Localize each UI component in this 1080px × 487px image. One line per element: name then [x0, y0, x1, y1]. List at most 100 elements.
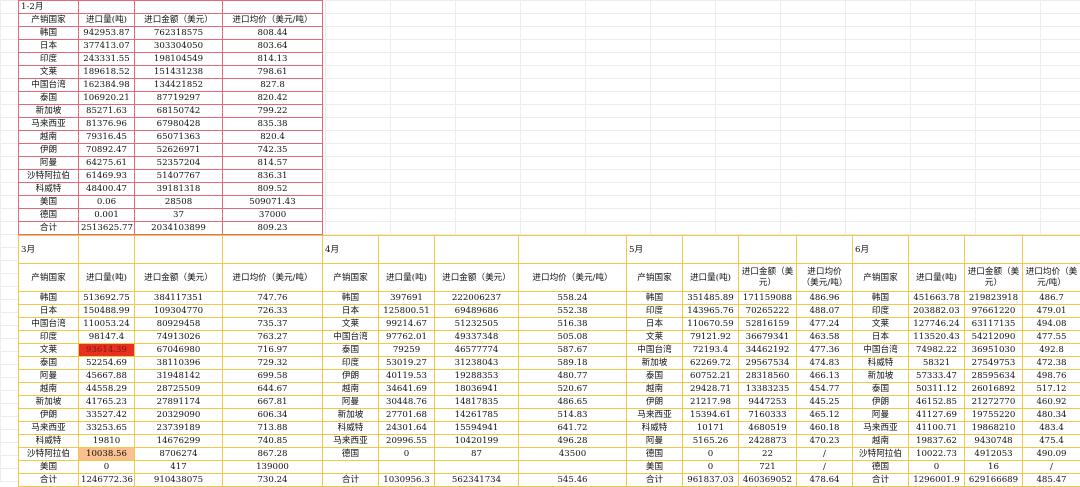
table-cell[interactable]: 110053.24	[79, 318, 135, 331]
table-cell[interactable]: 33253.65	[79, 422, 135, 435]
table-cell[interactable]: 198104549	[135, 53, 223, 66]
table-cell[interactable]: 日本	[853, 331, 909, 344]
table-cell[interactable]: 479.01	[1023, 305, 1080, 318]
table-cell[interactable]: 726.33	[223, 305, 323, 318]
table-cell[interactable]: 马来西亚	[19, 422, 79, 435]
table-cell[interactable]: 中国台湾	[853, 344, 909, 357]
empty-cell[interactable]	[435, 236, 519, 264]
table-cell[interactable]: 德国	[323, 448, 379, 461]
header-cell[interactable]: 进口均价（美元/吨）	[1023, 264, 1080, 292]
table-cell[interactable]: 162384.98	[79, 79, 135, 92]
table-cell[interactable]: 文莱	[853, 318, 909, 331]
table-cell[interactable]: 10420199	[435, 435, 519, 448]
table-cell[interactable]: 516.38	[519, 318, 627, 331]
table-cell[interactable]: 14676299	[135, 435, 223, 448]
table-cell[interactable]: 641.72	[519, 422, 627, 435]
table-cell[interactable]: 80929458	[135, 318, 223, 331]
table-cell[interactable]: 18036941	[435, 383, 519, 396]
table-cell[interactable]: 520.67	[519, 383, 627, 396]
empty-cell[interactable]	[223, 1, 323, 14]
table-cell[interactable]: 28508	[135, 196, 223, 209]
empty-cell[interactable]	[1023, 236, 1080, 264]
empty-cell[interactable]	[683, 236, 739, 264]
table-cell[interactable]: 21217.98	[683, 396, 739, 409]
table-cell[interactable]: 46577774	[435, 344, 519, 357]
table-cell[interactable]	[379, 461, 435, 474]
table-cell[interactable]: 中国台湾	[323, 331, 379, 344]
table-cell[interactable]: 合计	[19, 474, 79, 487]
table-cell[interactable]: 475.4	[1023, 435, 1080, 448]
table-cell[interactable]: 58321	[909, 357, 965, 370]
table-cell[interactable]: 韩国	[853, 292, 909, 305]
table-cell[interactable]: 越南	[853, 435, 909, 448]
table-cell[interactable]: 50311.12	[909, 383, 965, 396]
table-cell[interactable]: 8706274	[135, 448, 223, 461]
table-cell[interactable]	[435, 461, 519, 474]
header-cell[interactable]: 进口均价（美元/吨）	[797, 264, 853, 292]
table-cell[interactable]: 28725509	[135, 383, 223, 396]
header-cell[interactable]: 产销国家	[853, 264, 909, 292]
table-cell[interactable]: 451663.78	[909, 292, 965, 305]
table-cell[interactable]: 泰国	[19, 357, 79, 370]
table-cell[interactable]: 1296001.9	[909, 474, 965, 487]
table-cell[interactable]: 417	[135, 461, 223, 474]
table-cell[interactable]: 488.07	[797, 305, 853, 318]
table-cell[interactable]: 60752.21	[683, 370, 739, 383]
table-cell[interactable]: 泰国	[627, 370, 683, 383]
table-cell[interactable]: 23739189	[135, 422, 223, 435]
table-cell[interactable]: 38110396	[135, 357, 223, 370]
table-cell[interactable]: 721	[739, 461, 797, 474]
table-cell[interactable]: 21272770	[965, 396, 1023, 409]
table-cell[interactable]: 19868210	[965, 422, 1023, 435]
table-cell[interactable]: 伊朗	[19, 144, 79, 157]
table-cell[interactable]: 110670.59	[683, 318, 739, 331]
table-cell[interactable]: 0.001	[79, 209, 135, 222]
table-cell[interactable]: 印度	[19, 53, 79, 66]
table-cell[interactable]: 4680519	[739, 422, 797, 435]
table-cell[interactable]: 印度	[323, 357, 379, 370]
table-cell[interactable]: 867.28	[223, 448, 323, 461]
table-cell[interactable]: 474.83	[797, 357, 853, 370]
table-cell[interactable]: 384117351	[135, 292, 223, 305]
table-cell[interactable]: 印度	[19, 331, 79, 344]
table-cell[interactable]: 470.23	[797, 435, 853, 448]
table-cell[interactable]: 513692.75	[79, 292, 135, 305]
table-cell[interactable]: 文莱	[19, 66, 79, 79]
table-cell[interactable]: 629166689	[965, 474, 1023, 487]
table-cell[interactable]: 303304050	[135, 40, 223, 53]
table-cell[interactable]: 61469.93	[79, 170, 135, 183]
table-cell[interactable]: 2513625.77	[79, 222, 135, 235]
table-cell[interactable]: 52816159	[739, 318, 797, 331]
table-cell[interactable]: 伊朗	[19, 409, 79, 422]
table-cell[interactable]: 36951030	[965, 344, 1023, 357]
table-cell[interactable]: 486.65	[519, 396, 627, 409]
table-cell[interactable]: 7160333	[739, 409, 797, 422]
table-cell[interactable]: 40119.53	[379, 370, 435, 383]
table-cell[interactable]: 483.4	[1023, 422, 1080, 435]
table-cell[interactable]: 41127.69	[909, 409, 965, 422]
table-cell[interactable]: 97762.01	[379, 331, 435, 344]
table-cell[interactable]: 0	[683, 448, 739, 461]
table-cell[interactable]: 558.24	[519, 292, 627, 305]
header-cell[interactable]: 进口量(吨)	[79, 264, 135, 292]
table-cell[interactable]: 472.38	[1023, 357, 1080, 370]
table-cell[interactable]: 742.35	[223, 144, 323, 157]
table-cell[interactable]: 34462192	[739, 344, 797, 357]
header-cell[interactable]: 产销国家	[627, 264, 683, 292]
table-cell[interactable]: 阿曼	[19, 157, 79, 170]
table-cell[interactable]: 39181318	[135, 183, 223, 196]
table-cell[interactable]: 63117135	[965, 318, 1023, 331]
table-cell[interactable]: 越南	[323, 383, 379, 396]
table-cell[interactable]: 日本	[627, 318, 683, 331]
table-cell[interactable]: 科威特	[19, 435, 79, 448]
table-cell[interactable]: 98147.4	[79, 331, 135, 344]
table-cell[interactable]: 910438075	[135, 474, 223, 487]
table-cell[interactable]: 667.81	[223, 396, 323, 409]
table-cell[interactable]: 文莱	[19, 344, 79, 357]
header-cell[interactable]: 进口均价（美元/吨）	[223, 264, 323, 292]
header-cell[interactable]: 进口金额（美元）	[435, 264, 519, 292]
table-cell[interactable]: 10022.73	[909, 448, 965, 461]
month-title[interactable]: 1-2月	[19, 1, 79, 14]
table-cell[interactable]: /	[1023, 461, 1080, 474]
table-cell[interactable]: 836.31	[223, 170, 323, 183]
